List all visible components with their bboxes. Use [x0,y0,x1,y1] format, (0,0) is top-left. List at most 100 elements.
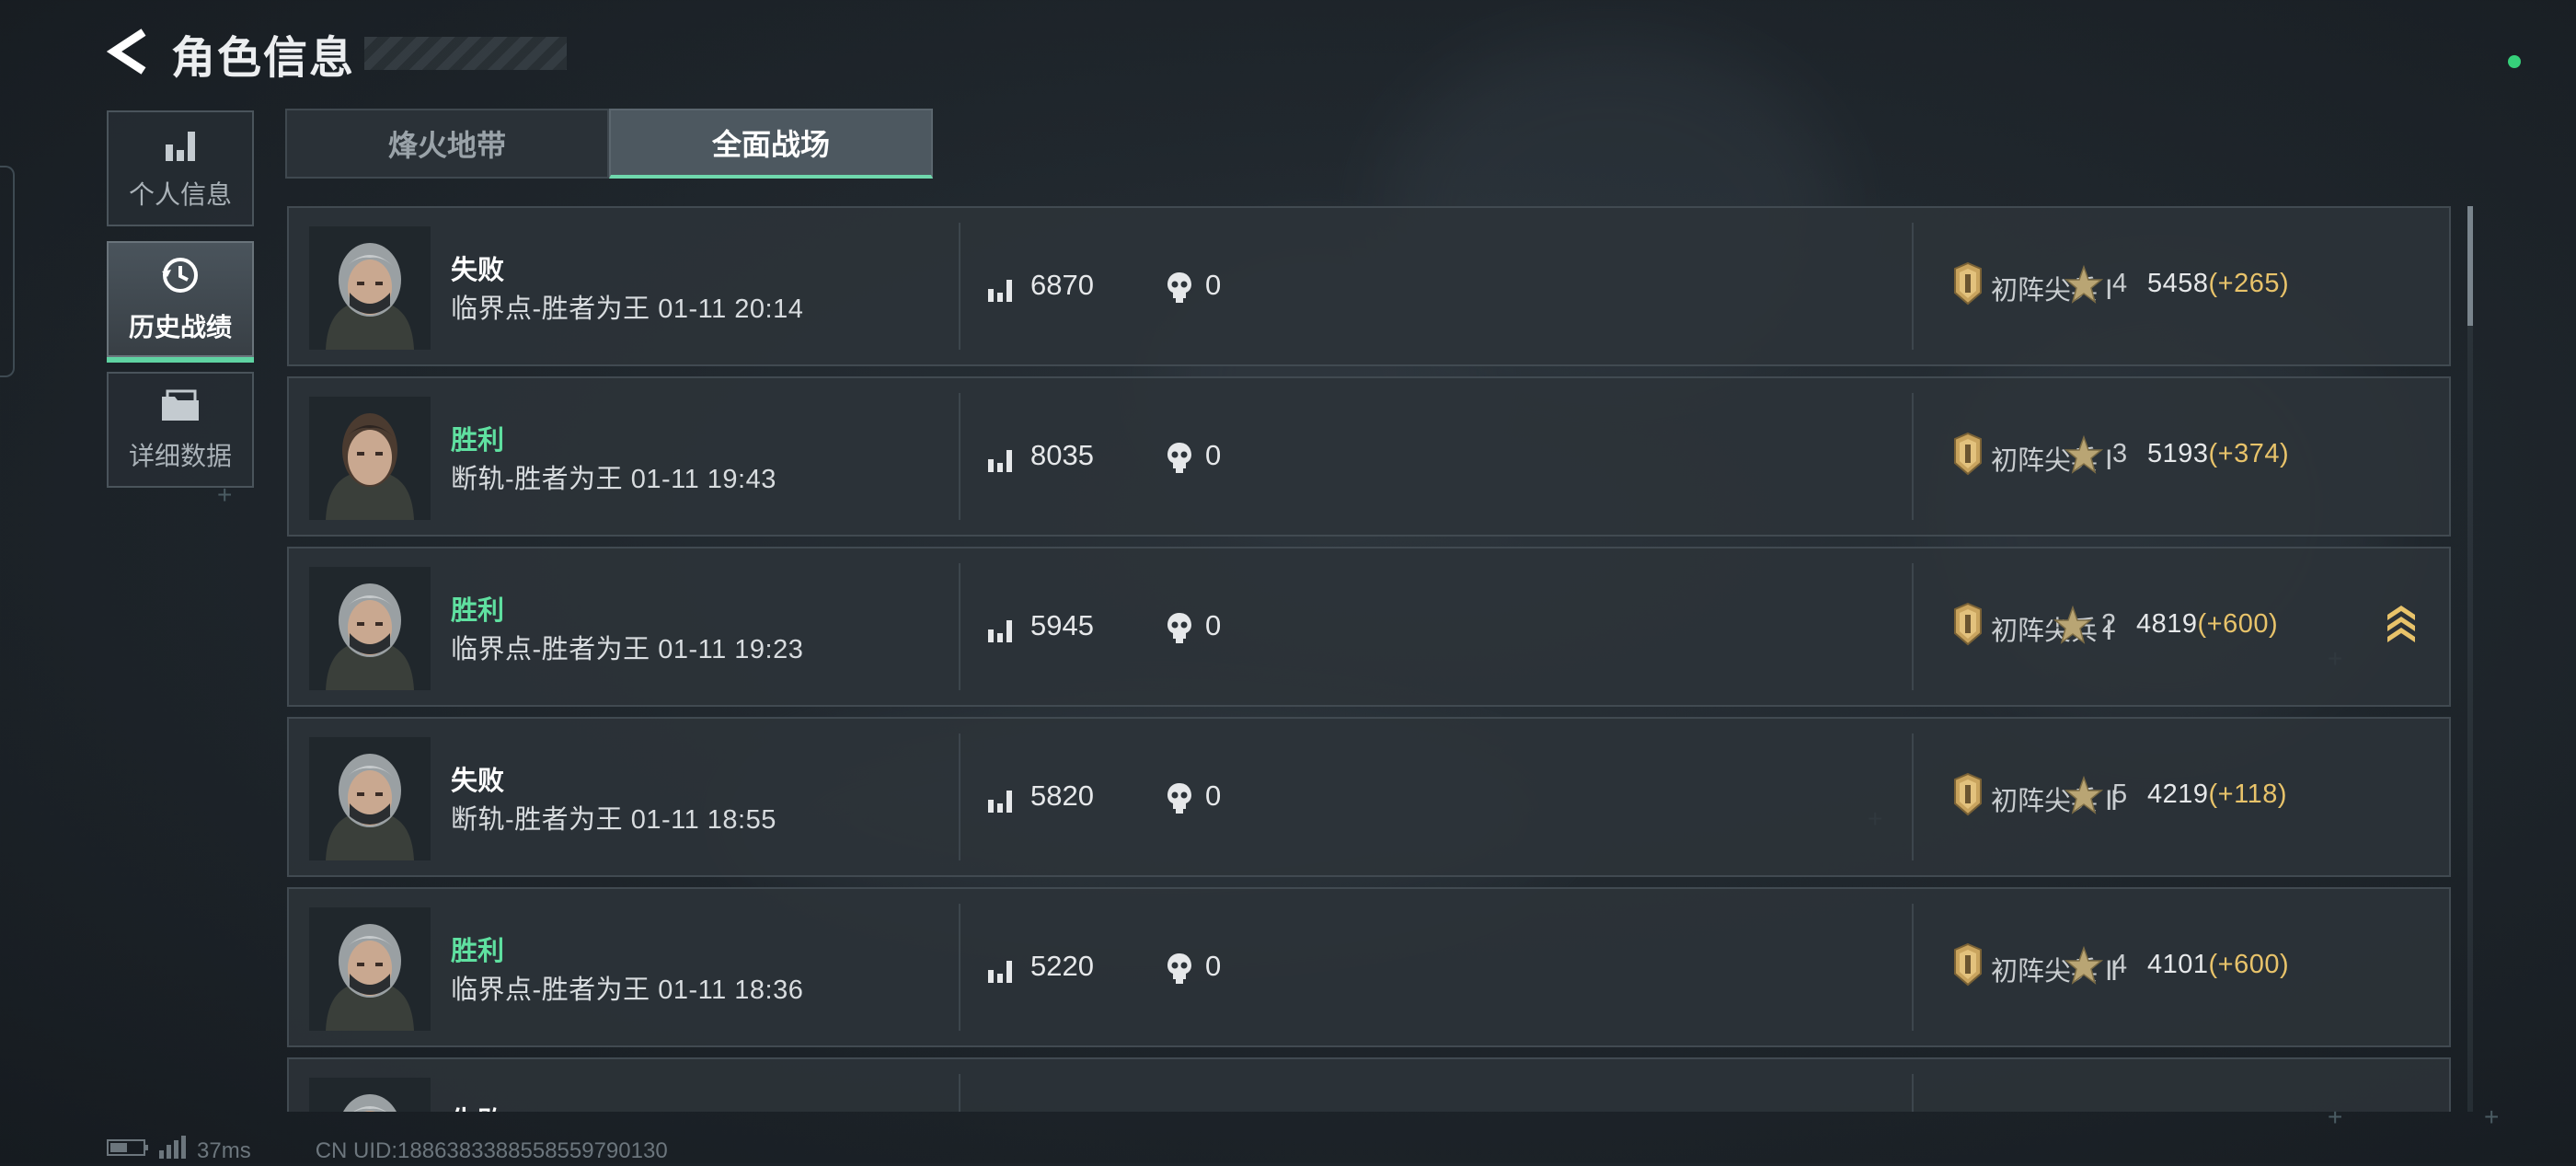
score-bar-icon [986,785,1016,819]
mode-tabs: 烽火地带 全面战场 [285,109,933,179]
match-kills: 0 [1205,950,1222,982]
page-title: 角色信息 [171,34,356,83]
points-delta: (+374) [2208,439,2290,468]
operator-avatar [309,567,431,690]
match-result: 胜利 [451,596,505,626]
divider [959,563,960,690]
bar-chart-icon [162,126,199,167]
score-bar-icon [986,274,1016,308]
match-row[interactable]: 失败 [287,1057,2451,1112]
star-count: 2 [2101,609,2117,639]
match-kills: 0 [1205,439,1222,471]
history-clock-icon [160,255,201,300]
points-value: 4101 [2147,950,2209,979]
divider [1912,563,1914,690]
rank-points: 5458(+265) [2147,269,2289,299]
rank-badge-icon [1952,602,1984,651]
divider [1912,1074,1914,1112]
operator-avatar [309,737,431,860]
skull-icon [1165,271,1194,308]
side-drawer-handle[interactable] [0,166,15,377]
divider [1912,393,1914,520]
rank-points: 4819(+600) [2136,609,2278,640]
match-row[interactable]: 胜利 临界点-胜者为王 01-11 19:23 5945 0 初阵尖兵 Ⅰ 2 … [287,547,2451,707]
match-score: 8035 [1030,439,1094,471]
nav-item-detailed-data[interactable]: 详细数据 [107,372,254,488]
map-and-time: 断轨-胜者为王 01-11 19:43 [451,465,776,494]
back-arrow-icon [106,28,151,79]
uid-text: CN UID:1886383388558559790130 [315,1137,668,1163]
points-delta: (+265) [2208,269,2290,298]
divider [1912,904,1914,1031]
nav-item-history[interactable]: 历史战绩 [107,241,254,363]
latency-text: 37ms [197,1137,251,1163]
star-count: 5 [2112,779,2128,809]
skull-icon [1165,781,1194,819]
star-icon [2064,434,2104,479]
nav-item-personal-info[interactable]: 个人信息 [107,110,254,226]
match-score: 5945 [1030,609,1094,641]
match-kills: 0 [1205,609,1222,641]
skull-icon [1165,611,1194,649]
status-footer: 37ms CN UID:1886383388558559790130 [107,1136,668,1166]
divider [1912,733,1914,860]
star-icon [2064,775,2104,819]
score-bar-icon [986,955,1016,989]
match-kills: 0 [1205,269,1222,301]
points-value: 4219 [2147,779,2209,809]
status-dot [2508,55,2521,68]
rank-points: 4101(+600) [2147,950,2289,980]
star-count: 4 [2112,269,2128,298]
title-decoration [364,37,568,70]
match-result: 失败 [451,256,505,285]
side-nav: 个人信息 历史战绩 详细数据 [107,110,254,502]
divider [959,733,960,860]
battery-icon [107,1137,149,1164]
rank-points: 4219(+118) [2147,779,2287,810]
rank-badge-icon [1952,942,1984,991]
star-count: 4 [2112,950,2128,979]
divider [959,1074,960,1112]
match-score: 5220 [1030,950,1094,982]
points-value: 4819 [2136,609,2198,639]
match-row[interactable]: 胜利 临界点-胜者为王 01-11 18:36 5220 0 初阵尖兵 Ⅱ 4 … [287,887,2451,1047]
match-score: 6870 [1030,269,1094,301]
folder-icon [160,387,201,429]
star-icon [2053,605,2093,649]
skull-icon [1165,952,1194,989]
rank-badge-icon [1952,432,1984,480]
rank-name: 初阵尖兵 Ⅰ [1991,617,2113,646]
star-count: 3 [2112,439,2128,468]
points-delta: (+118) [2208,779,2287,809]
match-kills: 0 [1205,779,1222,812]
divider [959,904,960,1031]
score-bar-icon [986,444,1016,479]
score-bar-icon [986,615,1016,649]
rank-points: 5193(+374) [2147,439,2289,469]
tab-hazard-zone[interactable]: 烽火地带 [285,109,609,179]
points-delta: (+600) [2208,950,2290,979]
scrollbar[interactable] [2467,206,2473,1112]
star-icon [2064,945,2104,989]
match-row[interactable]: 胜利 断轨-胜者为王 01-11 19:43 8035 0 初阵尖兵 Ⅰ 3 5… [287,376,2451,537]
operator-avatar [309,226,431,350]
map-and-time: 临界点-胜者为王 01-11 20:14 [451,294,804,324]
tab-all-out-warfare[interactable]: 全面战场 [609,109,933,179]
divider [1912,223,1914,350]
scroll-thumb[interactable] [2467,206,2473,326]
divider [959,223,960,350]
match-history-list: 失败 临界点-胜者为王 01-11 20:14 6870 0 初阵尖兵 Ⅰ 4 … [287,206,2451,1112]
star-icon [2064,264,2104,308]
match-result: 失败 [451,767,505,796]
match-result: 胜利 [451,937,505,966]
match-row[interactable]: 失败 断轨-胜者为王 01-11 18:55 5820 0 初阵尖兵 Ⅱ 5 4… [287,717,2451,877]
back-button[interactable] [101,26,156,81]
operator-avatar [309,397,431,520]
nav-label: 个人信息 [128,179,232,209]
skull-icon [1165,441,1194,479]
rank-badge-icon [1952,261,1984,310]
match-row[interactable]: 失败 临界点-胜者为王 01-11 20:14 6870 0 初阵尖兵 Ⅰ 4 … [287,206,2451,366]
points-delta: (+600) [2197,609,2279,639]
signal-icon [158,1136,186,1166]
match-score: 5820 [1030,779,1094,812]
